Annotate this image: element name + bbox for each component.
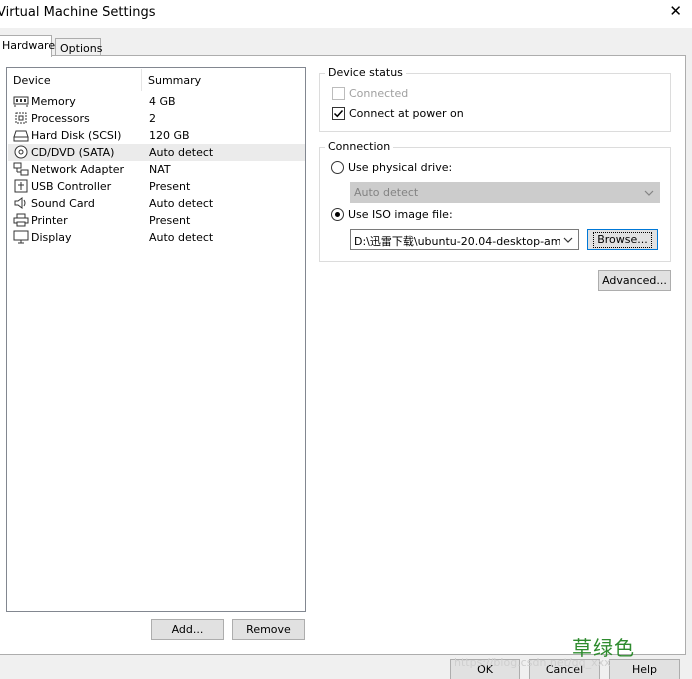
display-icon: [13, 230, 29, 244]
iso-image-radio[interactable]: [331, 208, 344, 221]
tab-hardware[interactable]: Hardware: [0, 35, 55, 57]
device-status-group: Device status Connected Connect at power…: [319, 66, 671, 132]
column-separator[interactable]: [141, 69, 142, 91]
close-icon[interactable]: ✕: [669, 4, 682, 19]
device-label: Memory: [31, 95, 76, 108]
physical-drive-label: Use physical drive:: [348, 161, 453, 174]
usb-icon: [14, 179, 28, 193]
vm-settings-window: Virtual Machine Settings ✕ Hardware Opti…: [0, 0, 692, 679]
advanced-button[interactable]: Advanced...: [598, 270, 671, 291]
memory-icon: [13, 96, 29, 107]
connection-title: Connection: [325, 140, 394, 153]
window-title: Virtual Machine Settings: [0, 5, 156, 20]
device-label: USB Controller: [31, 180, 112, 193]
device-label: Display: [31, 231, 72, 244]
column-header-device[interactable]: Device: [13, 74, 51, 87]
physical-drive-radio[interactable]: [331, 161, 344, 174]
device-label: Sound Card: [31, 197, 95, 210]
browse-label: Browse...: [593, 232, 652, 248]
device-row-network-adapter[interactable]: Network Adapter NAT: [8, 161, 305, 178]
device-row-display[interactable]: Display Auto detect: [8, 229, 305, 246]
device-row-sound-card[interactable]: Sound Card Auto detect: [8, 195, 305, 212]
device-status-title: Device status: [325, 66, 406, 79]
hard-disk-icon: [13, 130, 29, 142]
physical-drive-select[interactable]: Auto detect: [350, 182, 660, 203]
remove-button[interactable]: Remove: [232, 619, 305, 640]
column-header-summary[interactable]: Summary: [148, 74, 201, 87]
connection-group: Connection Use physical drive: Auto dete…: [319, 140, 671, 262]
network-adapter-icon: [13, 162, 29, 176]
iso-image-label: Use ISO image file:: [348, 208, 453, 221]
device-row-processors[interactable]: Processors 2: [8, 110, 305, 127]
device-summary: Auto detect: [149, 146, 214, 159]
device-row-usb-controller[interactable]: USB Controller Present: [8, 178, 305, 195]
device-summary: Present: [149, 214, 191, 227]
checkmark-icon: [333, 109, 344, 118]
title-bar: Virtual Machine Settings ✕: [0, 0, 692, 28]
device-summary: Auto detect: [149, 231, 214, 244]
physical-drive-value: Auto detect: [354, 186, 419, 199]
help-button[interactable]: Help: [609, 659, 680, 679]
connect-at-power-on-checkbox[interactable]: [332, 107, 345, 120]
chevron-down-icon: [644, 190, 654, 196]
iso-path-combo[interactable]: D:\迅雷下载\ubuntu-20.04-desktop-amd64: [350, 229, 579, 250]
device-label: Hard Disk (SCSI): [31, 129, 122, 142]
processor-icon: [15, 112, 27, 124]
device-summary: Auto detect: [149, 197, 214, 210]
add-button[interactable]: Add...: [151, 619, 224, 640]
device-label: Printer: [31, 214, 68, 227]
connect-at-power-on-label: Connect at power on: [349, 107, 464, 120]
device-row-hard-disk[interactable]: Hard Disk (SCSI) 120 GB: [8, 127, 305, 144]
device-summary: Present: [149, 180, 191, 193]
watermark-url: https://blog.csdn.net/qq_xxx: [454, 656, 611, 669]
device-label: CD/DVD (SATA): [31, 146, 115, 159]
device-row-cd-dvd[interactable]: CD/DVD (SATA) Auto detect: [8, 144, 305, 161]
iso-path-value: D:\迅雷下载\ubuntu-20.04-desktop-amd64: [354, 235, 560, 248]
connected-checkbox[interactable]: [332, 87, 345, 100]
connected-label: Connected: [349, 87, 409, 100]
chevron-down-icon[interactable]: [561, 231, 575, 248]
device-row-printer[interactable]: Printer Present: [8, 212, 305, 229]
printer-icon: [13, 213, 29, 227]
device-summary: 120 GB: [149, 129, 190, 142]
browse-button[interactable]: Browse...: [587, 229, 658, 250]
tab-options[interactable]: Options: [55, 38, 102, 56]
device-summary: 4 GB: [149, 95, 176, 108]
cd-dvd-icon: [14, 145, 28, 159]
device-summary: NAT: [149, 163, 171, 176]
device-summary: 2: [149, 112, 156, 125]
device-label: Network Adapter: [31, 163, 125, 176]
radio-dot-icon: [335, 212, 340, 217]
device-row-memory[interactable]: Memory 4 GB: [8, 93, 305, 110]
sound-card-icon: [14, 197, 26, 209]
device-list[interactable]: Device Summary Memory 4 GB Processors 2 …: [6, 67, 306, 612]
device-label: Processors: [31, 112, 90, 125]
